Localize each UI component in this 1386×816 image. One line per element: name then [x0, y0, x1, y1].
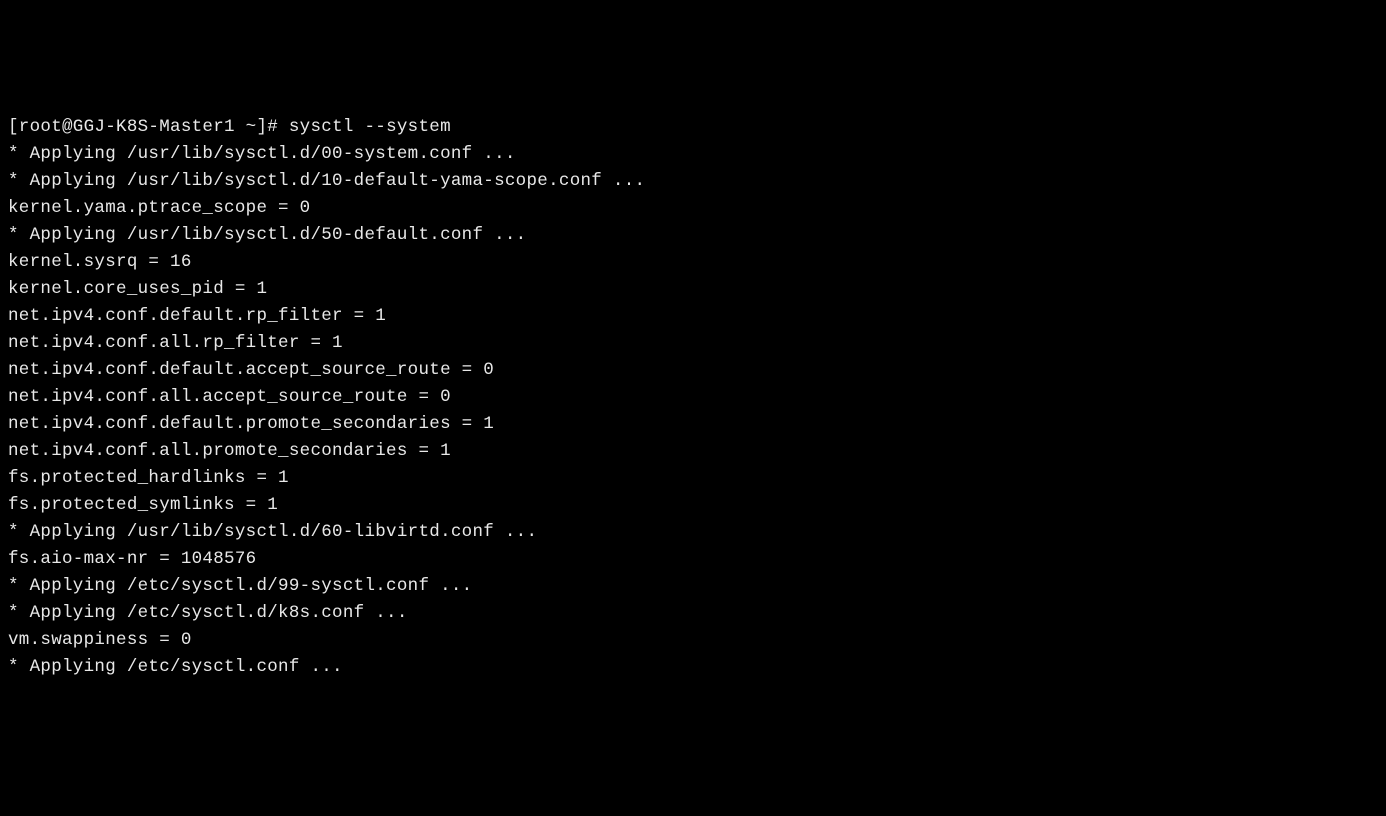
- typed-command: sysctl --system: [289, 117, 451, 137]
- output-line: * Applying /usr/lib/sysctl.d/00-system.c…: [8, 141, 1378, 168]
- terminal-command-line[interactable]: [root@GGJ-K8S-Master1 ~]# sysctl --syste…: [8, 114, 1378, 141]
- output-line: net.ipv4.conf.default.accept_source_rout…: [8, 357, 1378, 384]
- output-line: fs.protected_symlinks = 1: [8, 492, 1378, 519]
- output-line: * Applying /etc/sysctl.d/k8s.conf ...: [8, 600, 1378, 627]
- output-line: * Applying /usr/lib/sysctl.d/50-default.…: [8, 222, 1378, 249]
- output-line: kernel.sysrq = 16: [8, 249, 1378, 276]
- output-line: net.ipv4.conf.default.rp_filter = 1: [8, 303, 1378, 330]
- output-line: vm.swappiness = 0: [8, 627, 1378, 654]
- output-line: * Applying /etc/sysctl.d/99-sysctl.conf …: [8, 573, 1378, 600]
- output-line: net.ipv4.conf.all.rp_filter = 1: [8, 330, 1378, 357]
- output-line: net.ipv4.conf.all.promote_secondaries = …: [8, 438, 1378, 465]
- output-line: fs.protected_hardlinks = 1: [8, 465, 1378, 492]
- output-line: kernel.yama.ptrace_scope = 0: [8, 195, 1378, 222]
- output-line: net.ipv4.conf.all.accept_source_route = …: [8, 384, 1378, 411]
- output-line: kernel.core_uses_pid = 1: [8, 276, 1378, 303]
- output-line: * Applying /usr/lib/sysctl.d/60-libvirtd…: [8, 519, 1378, 546]
- output-line: fs.aio-max-nr = 1048576: [8, 546, 1378, 573]
- shell-prompt: [root@GGJ-K8S-Master1 ~]#: [8, 117, 289, 137]
- output-line: * Applying /usr/lib/sysctl.d/10-default-…: [8, 168, 1378, 195]
- output-line: net.ipv4.conf.default.promote_secondarie…: [8, 411, 1378, 438]
- output-line: * Applying /etc/sysctl.conf ...: [8, 654, 1378, 681]
